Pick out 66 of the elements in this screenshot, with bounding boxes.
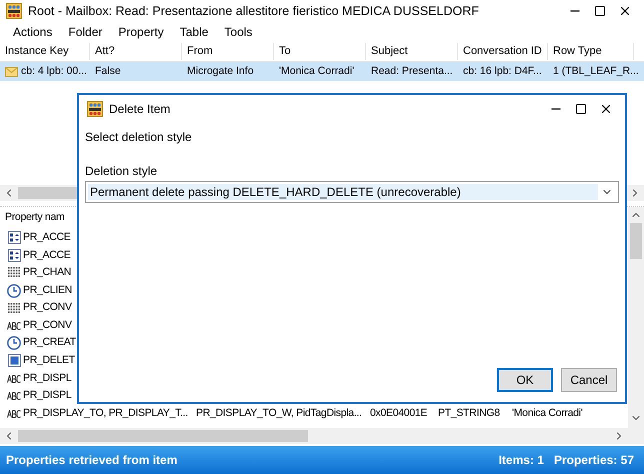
number-type-icon: [8, 248, 20, 262]
table-row[interactable]: cb: 4 lpb: 00... False Microgate Info 'Monica Corradi' Read: Presenta... cb: 16 lpb: D4F... 1 (TBL_LEAF_R...: [0, 62, 644, 81]
close-icon[interactable]: [599, 102, 613, 116]
table-cell-text: PR_CONV: [23, 318, 72, 333]
table-cell-text: PT_STRING8: [438, 406, 500, 421]
close-icon[interactable]: [618, 4, 632, 18]
table-cell-text: cb: 16 lpb: D4F...: [463, 64, 542, 79]
dialog-prompt: Select deletion style: [85, 130, 192, 144]
table-cell-text: PR_CONV: [23, 300, 72, 316]
text-type-icon: [7, 392, 21, 400]
item-count: Items: 1: [498, 452, 544, 469]
binary-type-icon: [8, 267, 20, 278]
column-header[interactable]: Att?: [90, 43, 182, 60]
text-type-icon: [7, 410, 21, 418]
column-header[interactable]: Conversation ID: [458, 43, 548, 60]
table-cell-text: PR_ACCE: [23, 248, 70, 263]
menu-item[interactable]: Property: [111, 22, 171, 42]
table-cell-text: PR_DELET: [23, 353, 75, 368]
column-header[interactable]: Property nam: [0, 210, 64, 226]
clock-icon: [7, 284, 21, 298]
menu-item[interactable]: Actions: [6, 22, 60, 42]
column-header[interactable]: Row Type: [548, 43, 634, 60]
table-cell-text: PR_DISPL: [23, 370, 72, 386]
status-message: Properties retrieved from item: [6, 452, 178, 469]
table-cell-text: Microgate Info: [187, 64, 254, 79]
app-icon: [6, 3, 22, 19]
binary-type-icon: [8, 302, 20, 314]
text-type-icon: [7, 374, 21, 383]
field-label: Deletion style: [85, 164, 158, 178]
table-cell-text: PR_DISPL: [23, 388, 72, 404]
scrollbar-thumb[interactable]: [630, 223, 642, 259]
menu-item[interactable]: Table: [172, 22, 216, 42]
window-title: Root - Mailbox: Read: Presentazione allestitore fieristico MEDICA DUSSELDORF: [28, 2, 479, 20]
table-cell-text: PR_ACCE: [23, 230, 70, 245]
text-type-icon: [7, 322, 21, 330]
table-cell-text: PR_CHAN: [23, 265, 72, 280]
column-header[interactable]: From: [182, 43, 274, 60]
cancel-button[interactable]: Cancel: [561, 368, 617, 392]
maximize-icon[interactable]: [575, 103, 587, 115]
column-header[interactable]: To: [274, 43, 366, 60]
table-cell-text: 1 (TBL_LEAF_R...: [553, 64, 639, 79]
column-header[interactable]: Subject: [366, 43, 458, 60]
maximize-icon[interactable]: [594, 5, 606, 17]
deletion-style-dropdown[interactable]: Permanent delete passing DELETE_HARD_DELETE (unrecoverable): [85, 181, 619, 203]
envelope-icon: [5, 66, 18, 76]
clock-icon: [7, 336, 21, 350]
table-cell-text: PR_CREAT: [23, 335, 76, 350]
menu-item[interactable]: Folder: [61, 22, 110, 42]
table-cell-text: 'Monica Corradi': [279, 64, 354, 79]
app-icon: [87, 101, 103, 117]
column-header[interactable]: Instance Key: [0, 43, 90, 60]
ok-button[interactable]: OK: [497, 368, 553, 392]
menu-item[interactable]: Tools: [217, 22, 260, 42]
scrollbar-thumb[interactable]: [18, 430, 308, 442]
table-cell-text: PR_DISPLAY_TO_W, PidTagDispla...: [196, 406, 362, 421]
number-type-icon: [8, 231, 20, 244]
table-cell-text: 0x0E04001E: [370, 406, 428, 421]
dialog-title: Delete Item: [109, 101, 170, 118]
boolean-type-icon: [8, 354, 20, 368]
table-cell-text: False: [95, 64, 121, 79]
table-cell-text: PR_DISPLAY_TO, PR_DISPLAY_T...: [23, 406, 188, 421]
table-cell-text: PR_CLIEN: [23, 282, 72, 298]
table-cell-text: 'Monica Corradi': [512, 406, 582, 421]
table-cell-text: cb: 4 lpb: 00...: [21, 64, 87, 79]
table-cell-text: Read: Presenta...: [371, 64, 453, 79]
property-count: Properties: 57: [554, 452, 634, 469]
